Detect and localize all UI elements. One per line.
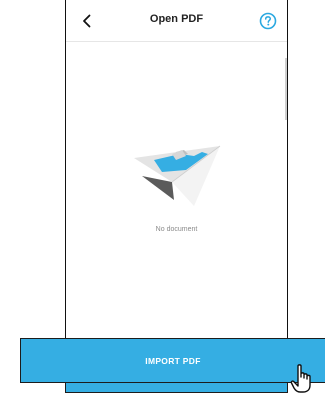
paper-plane-icon <box>134 145 221 206</box>
import-pdf-label: IMPORT PDF <box>145 355 201 366</box>
question-circle-icon <box>259 12 277 30</box>
help-button[interactable] <box>258 11 278 31</box>
import-pdf-button[interactable]: IMPORT PDF <box>20 338 325 383</box>
hand-pointer-icon <box>290 364 311 393</box>
empty-state-message: No document <box>155 226 198 233</box>
scrollbar[interactable] <box>285 58 287 120</box>
bottom-bar-edge <box>65 383 288 393</box>
page-title: Open PDF <box>149 13 204 25</box>
top-bar: Open PDF <box>66 0 287 42</box>
phone-frame: Open PDF No document <box>65 0 288 383</box>
screen: Open PDF No document IMPORT PDF <box>0 0 325 395</box>
